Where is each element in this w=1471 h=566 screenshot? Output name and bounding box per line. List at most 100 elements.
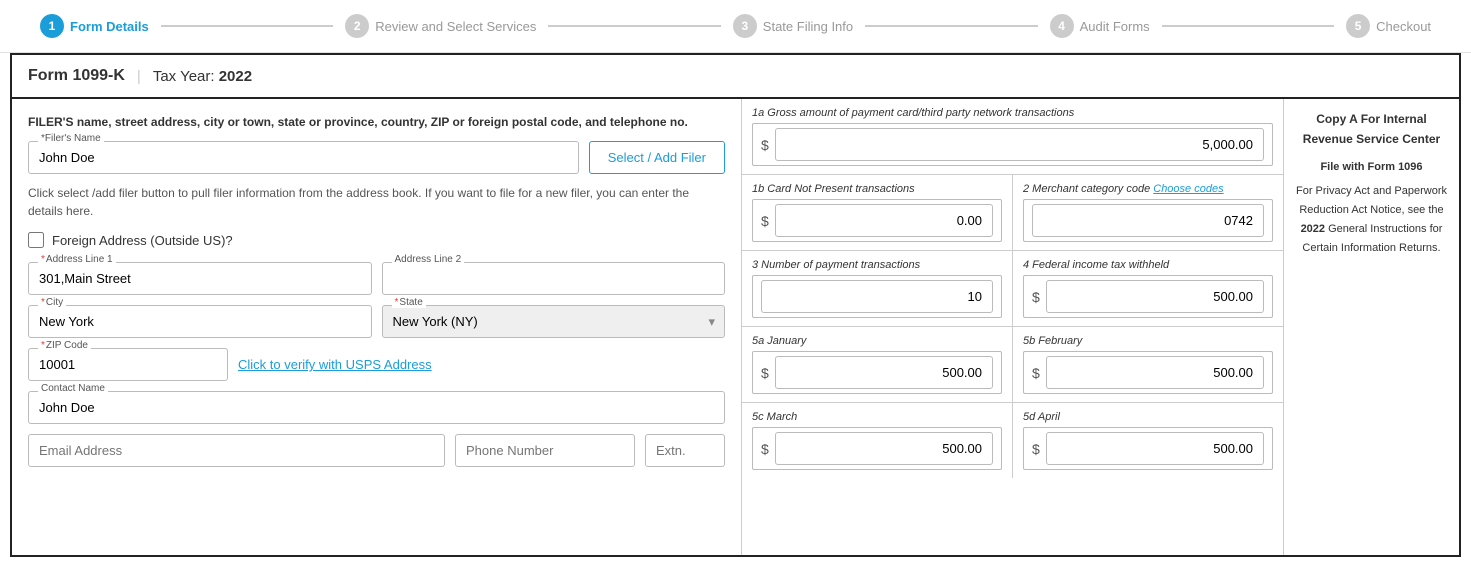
step-line-1 xyxy=(161,25,333,27)
city-input[interactable] xyxy=(28,305,372,338)
content-area: FILER'S name, street address, city or to… xyxy=(10,97,1461,557)
cell-4: 4 Federal income tax withheld $ xyxy=(1013,251,1283,326)
cell-5c-input-wrap: $ xyxy=(752,427,1002,470)
cell-3-input-wrap xyxy=(752,275,1002,318)
field-1a-input[interactable] xyxy=(775,128,1264,161)
cell-3: 3 Number of payment transactions xyxy=(742,251,1013,326)
cell-2-input-wrap xyxy=(1023,199,1273,242)
form-header: Form 1099-K | Tax Year: 2022 xyxy=(10,53,1461,97)
form-row-5c-5d: 5c March $ 5d April $ xyxy=(742,403,1283,478)
step-5-circle: 5 xyxy=(1346,14,1370,38)
cell-1b-input-wrap: $ xyxy=(752,199,1002,242)
foreign-address-label: Foreign Address (Outside US)? xyxy=(52,233,233,248)
cell-5a-label: 5a January xyxy=(752,335,1002,347)
contact-name-input[interactable] xyxy=(28,391,725,424)
step-1-label: Form Details xyxy=(70,19,149,34)
foreign-address-row: Foreign Address (Outside US)? xyxy=(28,232,725,248)
step-5[interactable]: 5 Checkout xyxy=(1346,14,1431,38)
field-5c-input[interactable] xyxy=(775,432,993,465)
step-3-circle: 3 xyxy=(733,14,757,38)
cell-5b-label: 5b February xyxy=(1023,335,1273,347)
city-wrap: City xyxy=(28,305,372,338)
cell-1a-input-wrap: $ xyxy=(752,123,1273,166)
phone-wrap xyxy=(455,434,635,467)
zip-input[interactable] xyxy=(28,348,228,381)
extn-input[interactable] xyxy=(645,434,725,467)
form-header-divider: | xyxy=(137,68,141,85)
copy-a-title: Copy A For Internal Revenue Service Cent… xyxy=(1296,109,1447,150)
main-container: Form 1099-K | Tax Year: 2022 FILER'S nam… xyxy=(0,53,1471,557)
filer-address-label: FILER'S name, street address, city or to… xyxy=(28,113,725,131)
form-tax-year: Tax Year: 2022 xyxy=(153,68,252,85)
field-4-input[interactable] xyxy=(1046,280,1264,313)
state-wrap: State New York (NY) xyxy=(382,305,726,338)
cell-3-label: 3 Number of payment transactions xyxy=(752,259,1002,271)
step-5-label: Checkout xyxy=(1376,19,1431,34)
zip-wrap: ZIP Code xyxy=(28,348,228,381)
step-line-4 xyxy=(1162,25,1334,27)
file-with-label: File with Form 1096 xyxy=(1296,158,1447,177)
cell-5c-label: 5c March xyxy=(752,411,1002,423)
cell-5d-label: 5d April xyxy=(1023,411,1273,423)
dollar-5a: $ xyxy=(761,365,769,381)
left-panel: FILER'S name, street address, city or to… xyxy=(12,99,742,555)
contact-name-row: Contact Name xyxy=(28,391,725,424)
address-line1-label: Address Line 1 xyxy=(38,254,116,265)
choose-codes-link[interactable]: Choose codes xyxy=(1153,183,1223,195)
usps-verify-link[interactable]: Click to verify with USPS Address xyxy=(238,357,432,372)
step-2[interactable]: 2 Review and Select Services xyxy=(345,14,536,38)
step-3[interactable]: 3 State Filing Info xyxy=(733,14,853,38)
address-lines-row: Address Line 1 Address Line 2 xyxy=(28,262,725,295)
field-5d-input[interactable] xyxy=(1046,432,1264,465)
address-line2-label: Address Line 2 xyxy=(392,254,465,265)
cell-1a: 1a Gross amount of payment card/third pa… xyxy=(742,99,1283,174)
field-3-input[interactable] xyxy=(761,280,993,313)
address-line1-input[interactable] xyxy=(28,262,372,295)
cell-4-label: 4 Federal income tax withheld xyxy=(1023,259,1273,271)
step-2-circle: 2 xyxy=(345,14,369,38)
filer-name-input[interactable] xyxy=(28,141,579,174)
form-row-1b-2: 1b Card Not Present transactions $ 2 Mer… xyxy=(742,175,1283,251)
email-input[interactable] xyxy=(28,434,445,467)
address-line2-wrap: Address Line 2 xyxy=(382,262,726,295)
dollar-4: $ xyxy=(1032,289,1040,305)
step-line-2 xyxy=(548,25,720,27)
tax-year-value: 2022 xyxy=(219,68,252,85)
dollar-5b: $ xyxy=(1032,365,1040,381)
city-state-row: City State New York (NY) xyxy=(28,305,725,338)
state-label: State xyxy=(392,297,426,308)
address-line2-input[interactable] xyxy=(382,262,726,295)
step-1-circle: 1 xyxy=(40,14,64,38)
cell-4-input-wrap: $ xyxy=(1023,275,1273,318)
phone-input[interactable] xyxy=(455,434,635,467)
step-line-3 xyxy=(865,25,1037,27)
extn-wrap xyxy=(645,434,725,467)
select-add-filer-button[interactable]: Select / Add Filer xyxy=(589,141,725,174)
copy-a-panel: Copy A For Internal Revenue Service Cent… xyxy=(1284,99,1459,555)
email-wrap xyxy=(28,434,445,467)
filer-name-wrap: *Filer's Name xyxy=(28,141,579,174)
dollar-5d: $ xyxy=(1032,441,1040,457)
field-5b-input[interactable] xyxy=(1046,356,1264,389)
step-4[interactable]: 4 Audit Forms xyxy=(1050,14,1150,38)
right-panel: 1a Gross amount of payment card/third pa… xyxy=(742,99,1284,555)
copy-a-notice: For Privacy Act and Paperwork Reduction … xyxy=(1296,182,1447,257)
cell-2: 2 Merchant category code Choose codes xyxy=(1013,175,1283,250)
form-row-3-4: 3 Number of payment transactions 4 Feder… xyxy=(742,251,1283,327)
cell-2-label: 2 Merchant category code Choose codes xyxy=(1023,183,1273,195)
field-5a-input[interactable] xyxy=(775,356,993,389)
cell-1a-label: 1a Gross amount of payment card/third pa… xyxy=(752,107,1273,119)
dollar-5c: $ xyxy=(761,441,769,457)
step-1[interactable]: 1 Form Details xyxy=(40,14,149,38)
cell-5b: 5b February $ xyxy=(1013,327,1283,402)
field-1b-input[interactable] xyxy=(775,204,993,237)
filer-name-row: *Filer's Name Select / Add Filer xyxy=(28,141,725,174)
zip-label: ZIP Code xyxy=(38,340,91,351)
contact-name-label: Contact Name xyxy=(38,383,108,394)
form-row-1a: 1a Gross amount of payment card/third pa… xyxy=(742,99,1283,175)
state-select[interactable]: New York (NY) xyxy=(382,305,726,338)
step-4-label: Audit Forms xyxy=(1080,19,1150,34)
info-text: Click select /add filer button to pull f… xyxy=(28,184,725,220)
field-2-input[interactable] xyxy=(1032,204,1264,237)
foreign-address-checkbox[interactable] xyxy=(28,232,44,248)
